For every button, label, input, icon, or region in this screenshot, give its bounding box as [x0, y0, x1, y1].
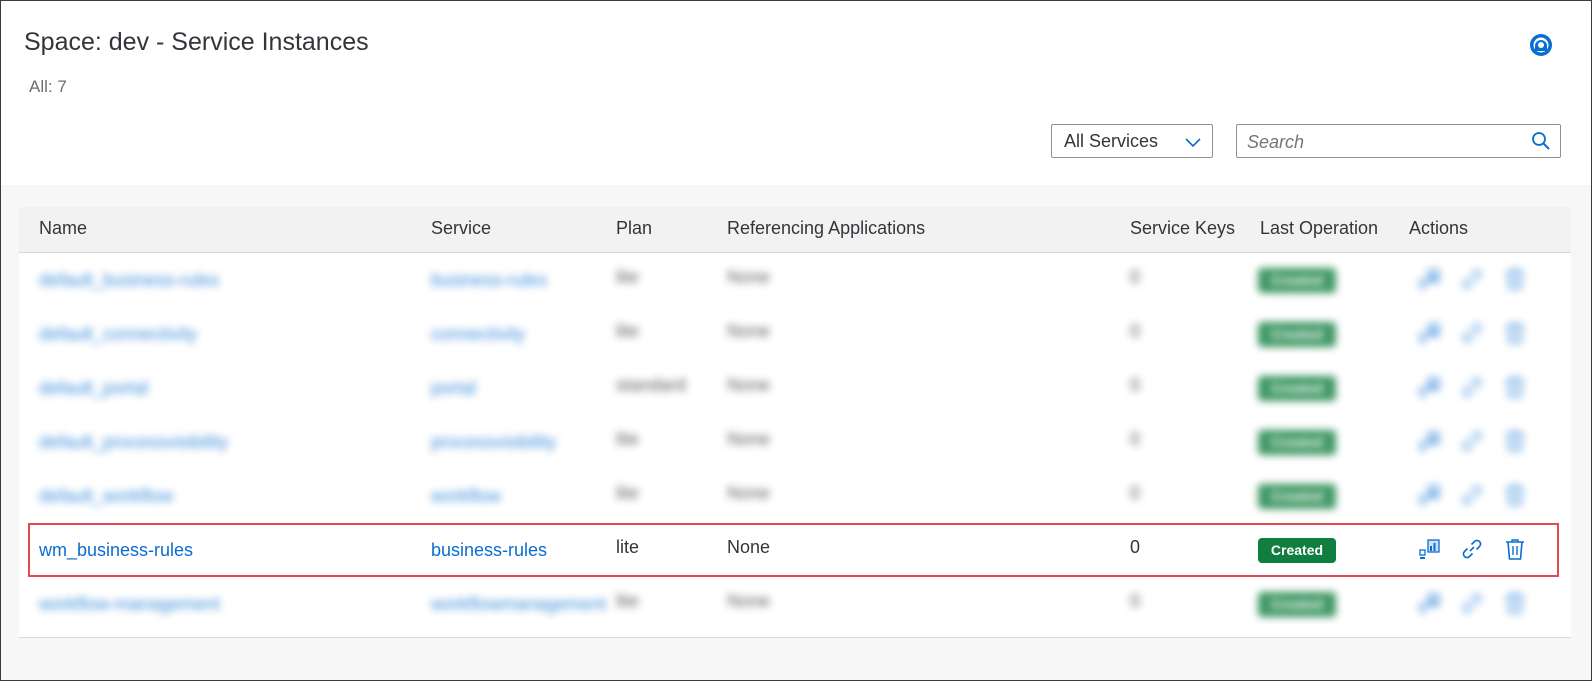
trash-icon[interactable] [1503, 375, 1527, 399]
referencing-apps-text: None [727, 537, 771, 557]
dashboard-icon[interactable] [1417, 537, 1441, 561]
table-row[interactable]: default_workflow workflow lite None 0 Created [19, 469, 1571, 524]
link-icon[interactable] [1460, 537, 1484, 561]
link-icon[interactable] [1460, 375, 1484, 399]
plan-text: lite [616, 429, 640, 449]
plan-text: lite [616, 321, 640, 341]
column-header-actions: Actions [1409, 218, 1469, 238]
service-link[interactable]: business-rules [431, 540, 547, 561]
link-icon[interactable] [1460, 321, 1484, 345]
dashboard-icon[interactable] [1417, 591, 1441, 615]
column-header-plan[interactable]: Plan [616, 218, 652, 239]
service-filter-select[interactable]: All Services [1051, 124, 1213, 158]
service-link[interactable]: workflow [431, 486, 501, 507]
chevron-down-icon [1185, 138, 1201, 148]
link-icon[interactable] [1460, 591, 1484, 615]
instance-name-link[interactable]: default_business-rules [39, 270, 219, 291]
service-keys-count: 0 [1130, 537, 1141, 557]
column-header-service-keys[interactable]: Service Keys [1130, 218, 1235, 239]
table-row[interactable]: default_processvisibility processvisibili… [19, 415, 1571, 470]
table-row[interactable]: wm_business-rules business-rules lite None 0… [19, 523, 1571, 578]
dashboard-icon[interactable] [1417, 267, 1441, 291]
status-badge: Created [1258, 376, 1336, 401]
app-frame: Space: dev - Service Instances All: 7 Al… [0, 0, 1592, 681]
service-link[interactable]: processvisibility [431, 432, 556, 453]
search-field[interactable] [1236, 124, 1561, 158]
plan-text: lite [616, 483, 640, 503]
instance-name-link[interactable]: default_connectivity [39, 324, 197, 345]
instance-name-link[interactable]: workflow-management [39, 594, 220, 615]
page-header: Space: dev - Service Instances All: 7 Al… [1, 1, 1591, 185]
instance-count: All: 7 [29, 77, 67, 96]
table-header: Name Service Plan Referencing Applicatio… [19, 207, 1571, 253]
column-header-service[interactable]: Service [431, 218, 491, 239]
referencing-apps-text: None [727, 321, 771, 341]
service-keys-count: 0 [1130, 483, 1141, 503]
trash-icon[interactable] [1503, 429, 1527, 453]
instance-name-link[interactable]: default_workflow [39, 486, 173, 507]
service-keys-count: 0 [1130, 429, 1141, 449]
instance-name-link[interactable]: default_processvisibility [39, 432, 228, 453]
referencing-apps-text: None [727, 429, 771, 449]
status-badge: Created [1258, 322, 1336, 347]
status-badge: Created [1258, 484, 1336, 509]
referencing-apps-text: None [727, 375, 771, 395]
table-row[interactable]: default_business-rules business-rules lite… [19, 253, 1571, 308]
instance-name-link[interactable]: wm_business-rules [39, 540, 193, 561]
plan-text: lite [616, 267, 640, 287]
service-instances-table: Name Service Plan Referencing Applicatio… [19, 207, 1571, 638]
status-badge: Created [1258, 268, 1336, 293]
instance-name-link[interactable]: default_portal [39, 378, 148, 399]
link-icon[interactable] [1460, 483, 1484, 507]
service-keys-count: 0 [1130, 591, 1141, 611]
column-header-referencing-apps[interactable]: Referencing Applications [727, 218, 925, 239]
column-header-last-operation[interactable]: Last Operation [1260, 218, 1378, 239]
search-input[interactable] [1245, 128, 1519, 156]
service-link[interactable]: connectivity [431, 324, 525, 345]
referencing-apps-text: None [727, 267, 771, 287]
dashboard-icon[interactable] [1417, 483, 1441, 507]
trash-icon[interactable] [1503, 267, 1527, 291]
trash-icon[interactable] [1503, 591, 1527, 615]
search-icon[interactable] [1531, 131, 1551, 151]
status-badge: Created [1258, 592, 1336, 617]
service-link[interactable]: workflowmanagement [431, 594, 606, 615]
service-link[interactable]: portal [431, 378, 476, 399]
trash-icon[interactable] [1503, 483, 1527, 507]
service-keys-count: 0 [1130, 375, 1141, 395]
status-badge: Created [1258, 538, 1336, 563]
link-icon[interactable] [1460, 267, 1484, 291]
referencing-apps-text: None [727, 591, 771, 611]
plan-text: lite [616, 537, 640, 557]
help-circle-icon[interactable] [1528, 32, 1554, 58]
trash-icon[interactable] [1503, 321, 1527, 345]
table-row[interactable]: default_connectivity connectivity lite None… [19, 307, 1571, 362]
dashboard-icon[interactable] [1417, 375, 1441, 399]
plan-text: standard [616, 375, 687, 395]
plan-text: lite [616, 591, 640, 611]
page-title: Space: dev - Service Instances [24, 28, 369, 56]
link-icon[interactable] [1460, 429, 1484, 453]
service-link[interactable]: business-rules [431, 270, 547, 291]
column-header-name[interactable]: Name [39, 218, 87, 239]
table-row[interactable]: default_portal portal standard None 0 Created [19, 361, 1571, 416]
table-row[interactable]: workflow-management workflowmanagement lit… [19, 577, 1571, 631]
dashboard-icon[interactable] [1417, 321, 1441, 345]
service-filter-value: All Services [1064, 131, 1159, 151]
trash-icon[interactable] [1503, 537, 1527, 561]
dashboard-icon[interactable] [1417, 429, 1441, 453]
referencing-apps-text: None [727, 483, 771, 503]
service-keys-count: 0 [1130, 267, 1141, 287]
service-keys-count: 0 [1130, 321, 1141, 341]
status-badge: Created [1258, 430, 1336, 455]
